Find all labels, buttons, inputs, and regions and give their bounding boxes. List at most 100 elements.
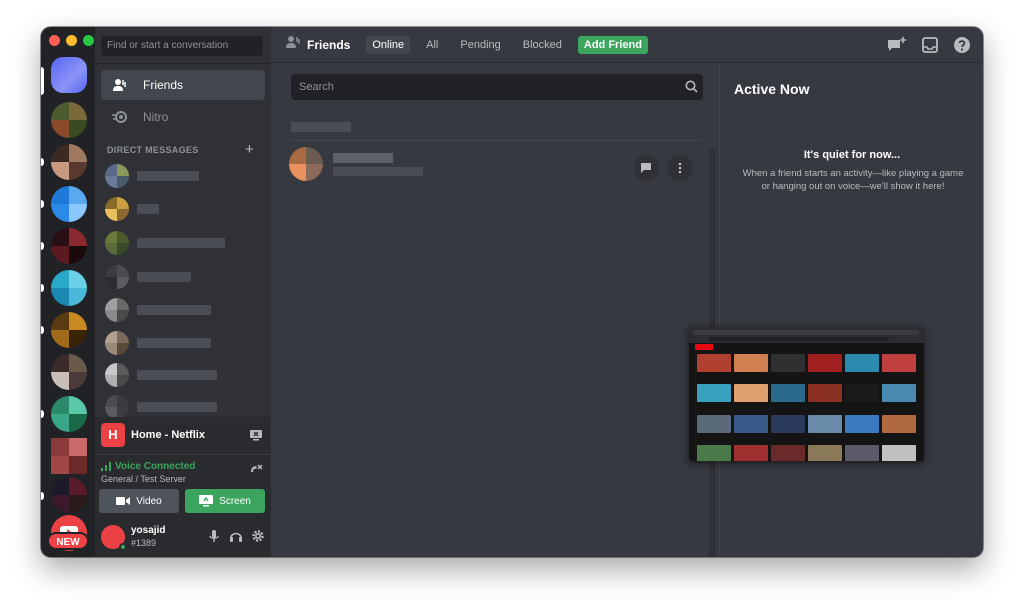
stream-title: Home - Netflix: [131, 429, 205, 441]
active-now-panel: Active Now It's quiet for now... When a …: [719, 64, 983, 557]
signal-icon: [101, 462, 111, 471]
avatar: [105, 363, 129, 387]
dm-list-item[interactable]: [105, 393, 265, 419]
netflix-navbar: [689, 343, 924, 353]
disconnect-icon[interactable]: [249, 463, 263, 482]
avatar: [105, 331, 129, 355]
stream-preview-popout[interactable]: [689, 327, 924, 461]
dm-list-item[interactable]: [105, 162, 265, 188]
thumbnail: [697, 415, 731, 433]
window-controls: [49, 35, 94, 46]
user-controls: [207, 529, 265, 548]
server-icon[interactable]: [51, 144, 87, 180]
settings-gear-icon[interactable]: [251, 529, 265, 548]
tab-all[interactable]: All: [420, 36, 444, 54]
friend-row[interactable]: [289, 140, 703, 190]
friends-list-area: Search: [271, 64, 719, 557]
thumbnail: [882, 445, 916, 461]
zoom-window-button[interactable]: [83, 35, 94, 46]
thumbnail: [771, 445, 805, 461]
new-group-dm-icon[interactable]: [887, 36, 907, 59]
server-icon[interactable]: [51, 228, 87, 264]
user-tag: #1389: [131, 538, 157, 548]
avatar: [289, 147, 323, 181]
tab-pending[interactable]: Pending: [454, 36, 506, 54]
close-window-button[interactable]: [49, 35, 60, 46]
nav-nitro[interactable]: Nitro: [101, 102, 265, 132]
add-friend-button[interactable]: Add Friend: [577, 35, 648, 54]
thumbnail: [882, 354, 916, 372]
dm-name-redacted: [137, 305, 211, 315]
stop-stream-icon[interactable]: [249, 428, 263, 447]
voice-status-label: Voice Connected: [115, 461, 196, 472]
top-bar: Friends Online All Pending Blocked Add F…: [271, 27, 983, 63]
video-label: Video: [136, 495, 162, 507]
inbox-icon[interactable]: [921, 36, 939, 59]
message-button[interactable]: [633, 155, 659, 181]
dm-name-redacted: [137, 171, 199, 181]
thumbnail: [845, 384, 879, 402]
thumbnail: [734, 445, 768, 461]
netflix-logo-icon: [695, 344, 713, 352]
thumbnail: [771, 384, 805, 402]
thumbnail: [771, 415, 805, 433]
server-icon[interactable]: [51, 270, 87, 306]
video-button[interactable]: Video: [99, 489, 179, 513]
dm-list-item[interactable]: [105, 195, 265, 221]
dm-list-item[interactable]: [105, 229, 265, 255]
dm-list-item[interactable]: [105, 329, 265, 355]
thumbnail: [734, 384, 768, 402]
friend-status-redacted: [333, 167, 423, 176]
server-icon[interactable]: [51, 312, 87, 348]
friends-search-input[interactable]: Search: [291, 74, 703, 100]
divider: [95, 63, 271, 64]
unread-indicator: [41, 492, 44, 500]
home-button[interactable]: [51, 57, 87, 93]
thumbnail: [845, 354, 879, 372]
thumbnail: [771, 354, 805, 372]
tab-online[interactable]: Online: [366, 35, 411, 54]
create-dm-plus-icon[interactable]: +: [245, 141, 254, 158]
stream-panel: H Home - Netflix: [95, 417, 271, 454]
server-icon[interactable]: [51, 438, 87, 474]
user-panel: yosajid #1389: [95, 517, 271, 557]
voice-status[interactable]: Voice Connected: [101, 461, 195, 472]
server-icon[interactable]: [51, 354, 87, 390]
minimize-window-button[interactable]: [66, 35, 77, 46]
unread-indicator: [41, 242, 44, 250]
server-icon[interactable]: [51, 102, 87, 138]
avatar: [105, 298, 129, 322]
app-window: NEW Find or start a conversation Friends…: [41, 27, 983, 557]
dm-list-item[interactable]: [105, 296, 265, 322]
find-conversation-button[interactable]: Find or start a conversation: [101, 36, 263, 56]
dm-name-redacted: [137, 402, 217, 412]
tab-blocked[interactable]: Blocked: [517, 36, 568, 54]
more-vertical-icon: [678, 162, 682, 174]
dm-list-item[interactable]: [105, 361, 265, 387]
headphones-icon[interactable]: [229, 529, 243, 548]
stream-avatar: H: [101, 423, 125, 447]
server-icon[interactable]: [51, 477, 87, 513]
direct-messages-header: DIRECT MESSAGES: [107, 145, 199, 155]
microphone-icon[interactable]: [207, 529, 221, 548]
server-icon[interactable]: [51, 396, 87, 432]
server-rail: NEW: [41, 27, 95, 557]
nav-friends[interactable]: Friends: [101, 70, 265, 100]
nitro-icon: [111, 108, 129, 126]
new-badge: NEW: [47, 532, 89, 550]
unread-indicator: [41, 284, 44, 292]
avatar: [105, 164, 129, 188]
server-icon[interactable]: [51, 186, 87, 222]
help-icon[interactable]: [953, 36, 971, 59]
thumbnail: [808, 384, 842, 402]
more-options-button[interactable]: [667, 155, 693, 181]
friends-icon: [111, 76, 129, 94]
screen-share-button[interactable]: Screen: [185, 489, 265, 513]
dm-name-redacted: [137, 370, 217, 380]
top-bar-actions: [887, 36, 971, 59]
thumbnail: [697, 445, 731, 461]
dm-list-item[interactable]: [105, 263, 265, 289]
thumbnail: [882, 384, 916, 402]
avatar: [105, 231, 129, 255]
screen-share-icon: [199, 495, 214, 507]
